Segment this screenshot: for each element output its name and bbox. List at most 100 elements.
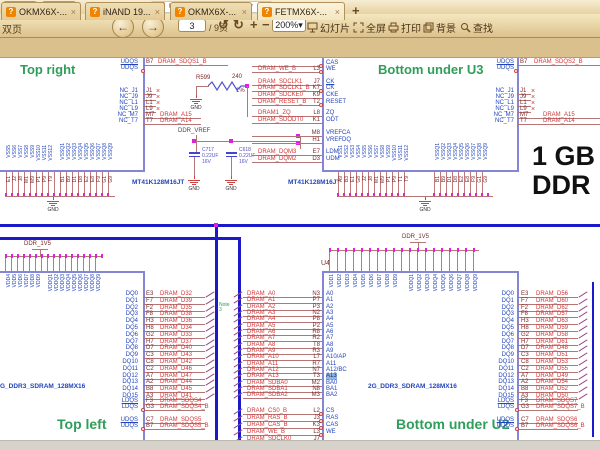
fullscreen-icon (353, 22, 364, 33)
capacitor-icon (226, 152, 237, 154)
ddr-1v5-label-left: DDR_1V5 (24, 241, 51, 247)
gnd-label: GND (224, 186, 238, 192)
doc-tab-label: OKMX6X-... (19, 7, 67, 17)
gnd-symbol: GND (418, 197, 432, 213)
junction-dot (296, 134, 300, 138)
gnd-symbol: GND (189, 95, 203, 111)
fullscreen-button[interactable]: 全屏 (353, 20, 386, 35)
chipA-part-label: MT41K128M16JT (132, 179, 184, 186)
slideshow-icon (307, 22, 318, 33)
new-tab-button[interactable]: + (352, 3, 360, 18)
print-icon (388, 22, 399, 33)
bus-junction-dot (214, 223, 218, 227)
resistor-zigzag-icon (208, 81, 248, 91)
chipB-pin-stubs (338, 172, 408, 193)
chipB-left-border (322, 58, 324, 171)
bus-horizontal-2 (0, 237, 241, 240)
background-label: 背景 (436, 20, 456, 35)
c618-label: C618 0.22UF 16V (239, 147, 255, 165)
capacity-label-line2: DDR (532, 172, 591, 199)
wire (338, 196, 493, 197)
junction-dot (192, 139, 196, 143)
slideshow-button[interactable]: 幻灯片 (307, 20, 350, 35)
background-button[interactable]: 背景 (423, 20, 456, 35)
capacity-label-line1: 1 GB (532, 143, 595, 170)
doc-tab-label: iNAND 19... (103, 7, 151, 17)
chipU4-pin-stubs (329, 252, 477, 271)
doc-tab-1[interactable]: ? OKMX6X-... × (1, 2, 81, 20)
note-top-right: Top right (20, 62, 75, 77)
page-number-input[interactable]: 3 (178, 19, 206, 32)
document-tab-bar (0, 38, 600, 58)
bus-vertical-2 (238, 237, 241, 440)
chipA-right-border (143, 58, 145, 171)
junction-dot (296, 141, 300, 145)
chipL-part-label: G_DDR3_SDRAM_128MX16 (0, 383, 85, 390)
chipB-right-border (517, 58, 519, 171)
chipU4-top-border (322, 271, 519, 273)
note-3: Note 3 (219, 303, 233, 313)
junction-dot (229, 139, 233, 143)
print-button[interactable]: 打印 (388, 20, 421, 35)
wire (247, 86, 248, 117)
chipL-pin-stubs (5, 258, 101, 271)
gnd-label: GND (189, 105, 203, 111)
chipB-pin-stubs (434, 172, 488, 193)
bus-vertical-right (592, 282, 594, 437)
close-icon[interactable]: × (71, 7, 76, 17)
status-bar (0, 440, 600, 450)
doc-tab-label: OKMX6X-... (188, 7, 236, 17)
slideshow-label: 幻灯片 (320, 20, 350, 35)
doc-tab-2[interactable]: ? iNAND 19... × (85, 2, 165, 20)
ddr-1v5-label-u4: DDR_1V5 (402, 234, 429, 240)
doc-tab-3[interactable]: ? OKMX6X-... × (170, 2, 252, 20)
zoom-level-select[interactable]: 200%▾ (272, 18, 306, 32)
document-icon: ? (6, 7, 16, 17)
chipU4-right-border (517, 271, 519, 440)
chevron-down-icon: ▾ (298, 20, 303, 30)
document-icon: ? (90, 7, 100, 17)
chipL-top-border (0, 271, 145, 273)
doc-tab-label: FETMX6X-... (275, 7, 327, 17)
chipB-part-label: MT41K128M16JT (288, 179, 340, 186)
find-button[interactable]: 查找 (460, 20, 493, 35)
wire (5, 196, 115, 197)
doc-tab-4-active[interactable]: ? FETMX6X-... × (257, 2, 345, 20)
chipL-right-border (143, 271, 145, 440)
gnd-label: GND (418, 207, 432, 213)
print-label: 打印 (401, 20, 421, 35)
wire (196, 141, 300, 142)
chipA-pin-stubs (6, 172, 112, 193)
dual-page-button[interactable]: 双页 (2, 21, 22, 36)
document-icon: ? (175, 7, 185, 17)
close-icon[interactable]: × (335, 7, 340, 17)
zoom-level-value: 200% (275, 20, 298, 30)
wire (194, 157, 195, 176)
find-label: 查找 (473, 20, 493, 35)
close-icon[interactable]: × (242, 7, 247, 17)
gnd-label: GND (46, 207, 60, 213)
schematic-page[interactable] (0, 58, 600, 440)
background-icon (423, 22, 434, 33)
fullscreen-label: 全屏 (366, 20, 386, 35)
capacitor-icon (189, 152, 200, 154)
wire (196, 86, 197, 95)
ddr-vref-label: DDR_VREF (178, 128, 210, 134)
document-icon: ? (262, 7, 272, 17)
gnd-symbol: GND (187, 176, 201, 192)
note-bottom-under-u2: Bottom under U2 (396, 416, 510, 432)
chipU4-part-label: 2G_DDR3_SDRAM_128MX16 (368, 383, 457, 390)
bus-horizontal-1 (0, 224, 600, 227)
wire (196, 86, 209, 87)
note-top-left: Top left (57, 416, 107, 432)
gnd-label: GND (187, 186, 201, 192)
bus-vertical-1 (215, 224, 218, 440)
gnd-symbol: GND (46, 197, 60, 213)
wire (231, 157, 232, 176)
c717-voltage: 16V (202, 159, 211, 165)
chipU4-left-border (322, 271, 324, 440)
c618-voltage: 16V (239, 159, 248, 165)
c717-label: C717 0.22UF 16V (202, 147, 218, 165)
reader-app: 转换 编辑 S 中 ·, ☺ ♪ ⌨ ☰ ▼ ▦ 双页 ← → 3 / 9页 ↺… (0, 0, 600, 450)
close-icon[interactable]: × (155, 7, 160, 17)
